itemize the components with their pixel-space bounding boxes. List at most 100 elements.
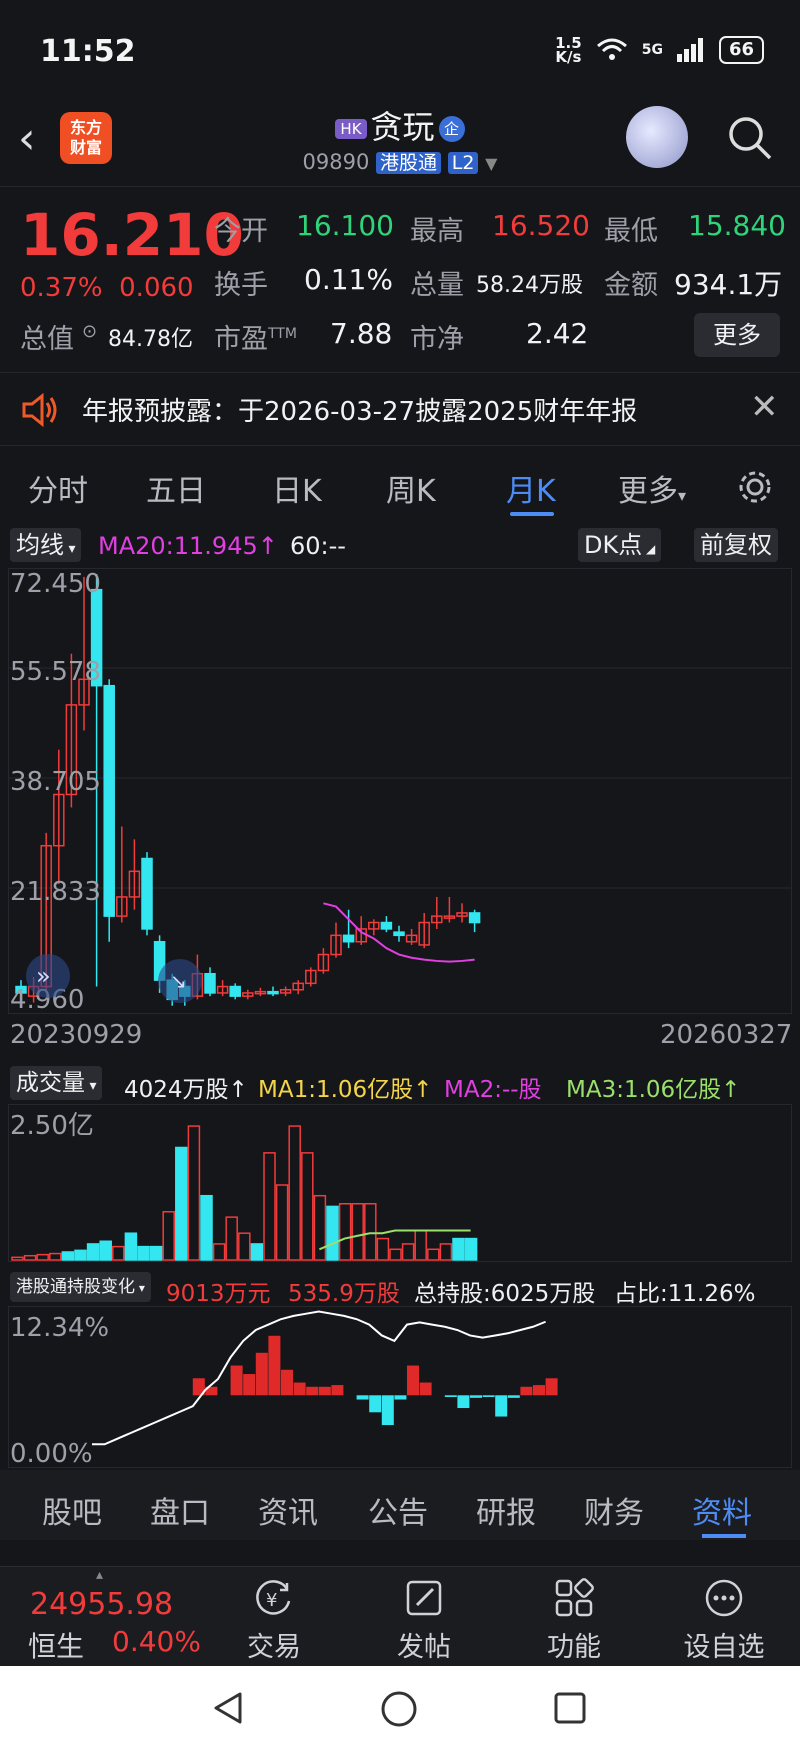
volume-bar <box>427 1248 440 1261</box>
ma20-value: MA20:11.945↑ <box>98 532 278 560</box>
candle-body <box>229 985 241 997</box>
hk-holding-total: 总持股:6025万股 <box>414 1281 596 1307</box>
more-dots-icon <box>705 1579 743 1617</box>
info-icon[interactable]: ⊙ <box>82 321 97 342</box>
hk-holding-bar <box>520 1386 533 1396</box>
volume-bar <box>212 1243 226 1261</box>
kline-grid <box>8 568 792 1014</box>
info-tab-underline <box>702 1534 746 1538</box>
zoom-button[interactable]: ↘ <box>158 959 202 1003</box>
hk-y-top: 12.34% <box>10 1313 109 1343</box>
info-tab-finance[interactable]: 财务 <box>584 1488 644 1532</box>
hk-holding-bar <box>281 1369 293 1396</box>
hk-holding-ratio: 占比:11.26% <box>614 1281 756 1307</box>
pb-label: 市净 <box>410 324 464 355</box>
candle-body <box>141 857 153 930</box>
volume-bar <box>149 1245 163 1261</box>
volume-bar <box>162 1211 175 1261</box>
index-change-pct: 0.40% <box>112 1625 201 1658</box>
nav-functions[interactable]: 功能 <box>514 1577 634 1664</box>
recents-square-icon[interactable] <box>552 1690 588 1726</box>
volume-bar <box>452 1237 465 1261</box>
dropdown-icon[interactable]: ▼ <box>485 154 497 173</box>
mktcap-label: 总值 <box>20 324 74 355</box>
y-label-max: 72.450 <box>10 569 101 599</box>
tab-more[interactable]: 更多▾ <box>618 466 686 510</box>
dk-point-button[interactable]: DK点 ◢ <box>578 528 662 562</box>
system-nav-bar <box>0 1666 800 1750</box>
more-button[interactable]: 更多 <box>694 313 780 357</box>
hk-holding-select-button[interactable]: 港股通持股变化 ▾ <box>10 1272 151 1302</box>
hk-holding-bar <box>255 1352 268 1396</box>
nav-add-watchlist[interactable]: 设自选 <box>664 1577 784 1664</box>
search-icon[interactable] <box>726 114 774 162</box>
open-label: 今开 <box>214 216 268 247</box>
index-value[interactable]: 24955.98 <box>30 1587 173 1622</box>
amount-label: 金额 <box>604 270 658 301</box>
stock-name: 贪玩 <box>370 108 435 146</box>
nav-post[interactable]: 发帖 <box>364 1577 484 1664</box>
volume-bar <box>250 1243 264 1261</box>
hk-holding-chart[interactable]: 12.34% 0.00% <box>8 1306 792 1468</box>
tab-weekly-k[interactable]: 周K <box>386 466 436 510</box>
signal-label: 5G <box>641 42 663 58</box>
volume-bar <box>326 1205 339 1261</box>
volume-bar <box>99 1240 112 1261</box>
hk-holding-bar <box>507 1395 520 1398</box>
edit-icon <box>406 1580 442 1616</box>
volume-bar <box>263 1152 276 1261</box>
pe-label: 市盈TTM <box>214 324 297 355</box>
level-tag: L2 <box>447 152 479 174</box>
tab-five-day[interactable]: 五日 <box>146 466 206 510</box>
info-tab-guba[interactable]: 股吧 <box>42 1488 102 1532</box>
quote-panel: 16.210 0.37% 0.060 今开 16.100 最高 16.520 最… <box>0 186 800 366</box>
turnover-label: 换手 <box>214 270 268 301</box>
grid-icon <box>555 1578 594 1617</box>
info-tab-news[interactable]: 资讯 <box>258 1488 318 1532</box>
hk-holding-bar <box>318 1386 331 1396</box>
nav-trade[interactable]: ¥ 交易 <box>214 1577 334 1664</box>
date-end: 20260327 <box>660 1020 793 1050</box>
hk-holding-bar <box>533 1385 545 1396</box>
notice-banner[interactable]: 年报预披露：于2026-03-27披露2025财年年报 ✕ <box>0 372 800 446</box>
volume-bar <box>351 1203 364 1261</box>
hk-holding-bar <box>495 1395 508 1417</box>
index-name[interactable]: 恒生 <box>28 1625 84 1665</box>
info-tab-profile[interactable]: 资料 <box>692 1488 752 1532</box>
info-tab-pankou[interactable]: 盘口 <box>150 1488 210 1532</box>
tab-monthly-k[interactable]: 月K <box>506 466 556 510</box>
home-circle-icon[interactable] <box>380 1690 418 1728</box>
volume-select-button[interactable]: 成交量 ▾ <box>10 1066 103 1100</box>
tab-intraday[interactable]: 分时 <box>28 466 88 510</box>
candle-body <box>393 931 405 937</box>
volume-bar <box>49 1252 62 1261</box>
adjust-button[interactable]: 前复权 <box>694 528 778 562</box>
pb-value: 2.42 <box>526 317 589 350</box>
ma-select-button[interactable]: 均线 ▾ <box>10 528 82 562</box>
volume-chart[interactable]: 2.50亿 <box>8 1104 792 1262</box>
hk-holding-bar <box>369 1395 382 1413</box>
kline-chart[interactable]: 72.450 55.578 38.705 21.833 4.960 » ↘ <box>8 568 792 1016</box>
info-tab-research[interactable]: 研报 <box>476 1488 536 1532</box>
volume-bar <box>112 1245 125 1261</box>
tab-daily-k[interactable]: 日K <box>272 466 322 510</box>
last-price: 16.210 <box>20 201 244 269</box>
volume-bar <box>137 1245 150 1261</box>
volume-bar <box>439 1243 453 1261</box>
scroll-left-button[interactable]: » <box>26 954 70 998</box>
hk-holding-bar <box>268 1335 281 1396</box>
volume-bar <box>338 1203 352 1261</box>
candle-body <box>468 912 481 924</box>
hk-holding-bar <box>356 1395 369 1400</box>
back-triangle-icon[interactable] <box>210 1690 246 1726</box>
volume-bar <box>238 1232 251 1261</box>
close-icon[interactable]: ✕ <box>750 387 779 427</box>
mktcap-value: 84.78亿 <box>108 327 193 352</box>
settings-gear-icon[interactable] <box>736 468 774 506</box>
info-tab-announcements[interactable]: 公告 <box>368 1488 428 1532</box>
price-change: 0.37% 0.060 <box>20 273 194 303</box>
trade-yen-icon: ¥ <box>256 1580 291 1615</box>
volume-bar <box>86 1243 100 1261</box>
hk-holding-bar <box>470 1395 482 1398</box>
robot-assistant-avatar[interactable] <box>626 106 688 168</box>
